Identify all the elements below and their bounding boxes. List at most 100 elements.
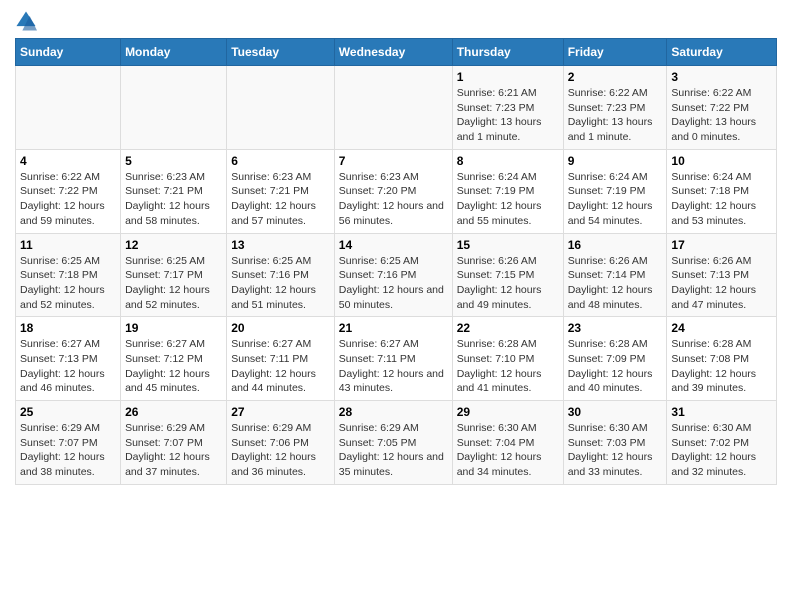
day-number: 18	[20, 321, 116, 335]
day-cell: 26 Sunrise: 6:29 AMSunset: 7:07 PMDayligh…	[121, 401, 227, 485]
day-number: 12	[125, 238, 222, 252]
day-info: Sunrise: 6:23 AMSunset: 7:20 PMDaylight:…	[339, 170, 448, 229]
day-cell: 2 Sunrise: 6:22 AMSunset: 7:23 PMDaylight…	[563, 66, 667, 150]
day-number: 1	[457, 70, 559, 84]
day-number: 16	[568, 238, 663, 252]
day-cell: 1 Sunrise: 6:21 AMSunset: 7:23 PMDaylight…	[452, 66, 563, 150]
logo-icon	[15, 10, 37, 32]
day-cell: 23Sunrise: 6:28 AMSunset: 7:09 PMDayligh…	[563, 317, 667, 401]
day-info: Sunrise: 6:27 AMSunset: 7:11 PMDaylight:…	[231, 337, 330, 396]
day-cell	[227, 66, 335, 150]
day-cell: 10Sunrise: 6:24 AMSunset: 7:18 PMDayligh…	[667, 149, 777, 233]
day-info: Sunrise: 6:24 AMSunset: 7:19 PMDaylight:…	[457, 170, 559, 229]
day-number: 7	[339, 154, 448, 168]
day-info: Sunrise: 6:26 AMSunset: 7:13 PMDaylight:…	[671, 254, 772, 313]
day-info: Sunrise: 6:22 AMSunset: 7:23 PMDaylight:…	[568, 86, 663, 145]
day-number: 24	[671, 321, 772, 335]
day-number: 23	[568, 321, 663, 335]
day-cell	[334, 66, 452, 150]
day-cell: 29 Sunrise: 6:30 AMSunset: 7:04 PMDayligh…	[452, 401, 563, 485]
day-cell: 8 Sunrise: 6:24 AMSunset: 7:19 PMDaylight…	[452, 149, 563, 233]
day-info: Sunrise: 6:25 AMSunset: 7:17 PMDaylight:…	[125, 254, 222, 313]
day-cell	[121, 66, 227, 150]
header-cell-tuesday: Tuesday	[227, 39, 335, 66]
day-cell: 16 Sunrise: 6:26 AMSunset: 7:14 PMDayligh…	[563, 233, 667, 317]
day-info: Sunrise: 6:23 AMSunset: 7:21 PMDaylight:…	[231, 170, 330, 229]
day-cell: 22Sunrise: 6:28 AMSunset: 7:10 PMDayligh…	[452, 317, 563, 401]
day-number: 25	[20, 405, 116, 419]
week-row-5: 25 Sunrise: 6:29 AMSunset: 7:07 PMDayligh…	[16, 401, 777, 485]
day-info: Sunrise: 6:29 AMSunset: 7:07 PMDaylight:…	[20, 421, 116, 480]
day-number: 15	[457, 238, 559, 252]
page-header	[15, 10, 777, 32]
day-cell: 7 Sunrise: 6:23 AMSunset: 7:20 PMDaylight…	[334, 149, 452, 233]
day-info: Sunrise: 6:29 AMSunset: 7:07 PMDaylight:…	[125, 421, 222, 480]
calendar-table: SundayMondayTuesdayWednesdayThursdayFrid…	[15, 38, 777, 485]
day-info: Sunrise: 6:29 AMSunset: 7:06 PMDaylight:…	[231, 421, 330, 480]
day-cell: 13 Sunrise: 6:25 AMSunset: 7:16 PMDayligh…	[227, 233, 335, 317]
day-cell: 15Sunrise: 6:26 AMSunset: 7:15 PMDayligh…	[452, 233, 563, 317]
day-cell: 14 Sunrise: 6:25 AMSunset: 7:16 PMDayligh…	[334, 233, 452, 317]
day-cell: 12 Sunrise: 6:25 AMSunset: 7:17 PMDayligh…	[121, 233, 227, 317]
day-number: 11	[20, 238, 116, 252]
day-number: 8	[457, 154, 559, 168]
day-number: 6	[231, 154, 330, 168]
day-info: Sunrise: 6:26 AMSunset: 7:14 PMDaylight:…	[568, 254, 663, 313]
logo	[15, 10, 39, 32]
header-cell-thursday: Thursday	[452, 39, 563, 66]
day-info: Sunrise: 6:24 AMSunset: 7:18 PMDaylight:…	[671, 170, 772, 229]
header-cell-sunday: Sunday	[16, 39, 121, 66]
day-number: 19	[125, 321, 222, 335]
day-number: 5	[125, 154, 222, 168]
day-number: 14	[339, 238, 448, 252]
day-cell: 18Sunrise: 6:27 AMSunset: 7:13 PMDayligh…	[16, 317, 121, 401]
day-cell: 24 Sunrise: 6:28 AMSunset: 7:08 PMDayligh…	[667, 317, 777, 401]
day-info: Sunrise: 6:30 AMSunset: 7:02 PMDaylight:…	[671, 421, 772, 480]
day-number: 9	[568, 154, 663, 168]
day-info: Sunrise: 6:22 AMSunset: 7:22 PMDaylight:…	[20, 170, 116, 229]
day-number: 31	[671, 405, 772, 419]
day-cell: 25 Sunrise: 6:29 AMSunset: 7:07 PMDayligh…	[16, 401, 121, 485]
day-cell: 28Sunrise: 6:29 AMSunset: 7:05 PMDayligh…	[334, 401, 452, 485]
header-row: SundayMondayTuesdayWednesdayThursdayFrid…	[16, 39, 777, 66]
day-number: 26	[125, 405, 222, 419]
day-number: 2	[568, 70, 663, 84]
day-info: Sunrise: 6:27 AMSunset: 7:12 PMDaylight:…	[125, 337, 222, 396]
header-cell-wednesday: Wednesday	[334, 39, 452, 66]
day-info: Sunrise: 6:28 AMSunset: 7:08 PMDaylight:…	[671, 337, 772, 396]
day-info: Sunrise: 6:25 AMSunset: 7:16 PMDaylight:…	[339, 254, 448, 313]
calendar-header: SundayMondayTuesdayWednesdayThursdayFrid…	[16, 39, 777, 66]
day-number: 27	[231, 405, 330, 419]
day-info: Sunrise: 6:23 AMSunset: 7:21 PMDaylight:…	[125, 170, 222, 229]
day-cell	[16, 66, 121, 150]
header-cell-monday: Monday	[121, 39, 227, 66]
day-info: Sunrise: 6:28 AMSunset: 7:10 PMDaylight:…	[457, 337, 559, 396]
day-number: 13	[231, 238, 330, 252]
day-cell: 6 Sunrise: 6:23 AMSunset: 7:21 PMDaylight…	[227, 149, 335, 233]
day-info: Sunrise: 6:24 AMSunset: 7:19 PMDaylight:…	[568, 170, 663, 229]
day-cell: 30Sunrise: 6:30 AMSunset: 7:03 PMDayligh…	[563, 401, 667, 485]
day-info: Sunrise: 6:25 AMSunset: 7:18 PMDaylight:…	[20, 254, 116, 313]
day-info: Sunrise: 6:29 AMSunset: 7:05 PMDaylight:…	[339, 421, 448, 480]
day-cell: 5 Sunrise: 6:23 AMSunset: 7:21 PMDaylight…	[121, 149, 227, 233]
day-number: 29	[457, 405, 559, 419]
day-number: 21	[339, 321, 448, 335]
day-cell: 19 Sunrise: 6:27 AMSunset: 7:12 PMDayligh…	[121, 317, 227, 401]
day-cell: 11 Sunrise: 6:25 AMSunset: 7:18 PMDayligh…	[16, 233, 121, 317]
day-cell: 3Sunrise: 6:22 AMSunset: 7:22 PMDaylight…	[667, 66, 777, 150]
day-number: 4	[20, 154, 116, 168]
day-cell: 31 Sunrise: 6:30 AMSunset: 7:02 PMDayligh…	[667, 401, 777, 485]
day-info: Sunrise: 6:25 AMSunset: 7:16 PMDaylight:…	[231, 254, 330, 313]
day-number: 20	[231, 321, 330, 335]
calendar-body: 1 Sunrise: 6:21 AMSunset: 7:23 PMDaylight…	[16, 66, 777, 485]
day-cell: 4 Sunrise: 6:22 AMSunset: 7:22 PMDaylight…	[16, 149, 121, 233]
header-cell-saturday: Saturday	[667, 39, 777, 66]
day-info: Sunrise: 6:30 AMSunset: 7:03 PMDaylight:…	[568, 421, 663, 480]
week-row-2: 4 Sunrise: 6:22 AMSunset: 7:22 PMDaylight…	[16, 149, 777, 233]
day-info: Sunrise: 6:21 AMSunset: 7:23 PMDaylight:…	[457, 86, 559, 145]
week-row-4: 18Sunrise: 6:27 AMSunset: 7:13 PMDayligh…	[16, 317, 777, 401]
day-cell: 17Sunrise: 6:26 AMSunset: 7:13 PMDayligh…	[667, 233, 777, 317]
day-info: Sunrise: 6:30 AMSunset: 7:04 PMDaylight:…	[457, 421, 559, 480]
day-cell: 20 Sunrise: 6:27 AMSunset: 7:11 PMDayligh…	[227, 317, 335, 401]
day-cell: 9 Sunrise: 6:24 AMSunset: 7:19 PMDaylight…	[563, 149, 667, 233]
